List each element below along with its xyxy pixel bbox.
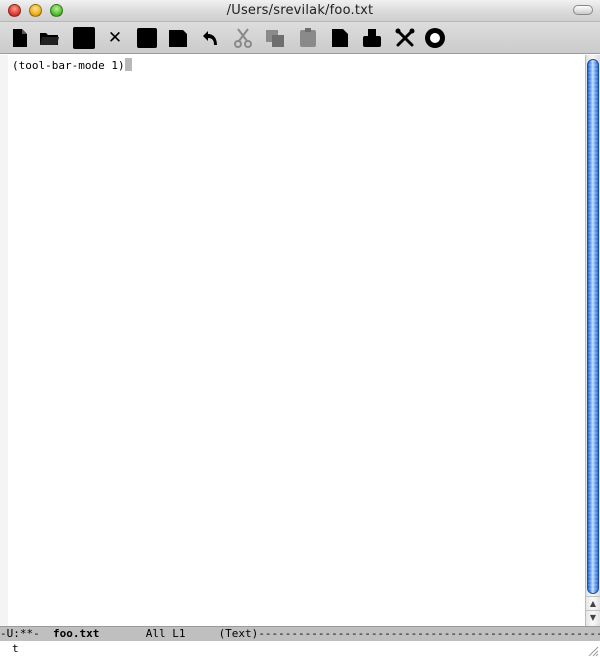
search-icon[interactable] xyxy=(328,26,352,50)
save-as-icon[interactable] xyxy=(166,26,190,50)
modeline-position: All L1 xyxy=(99,627,219,640)
paste-icon[interactable] xyxy=(296,26,320,50)
resize-grip-icon[interactable] xyxy=(588,646,599,657)
toolbar-toggle-button[interactable] xyxy=(573,5,593,15)
modeline-status: -U:**- xyxy=(0,627,53,640)
vertical-scrollbar[interactable]: ▲ ▼ xyxy=(585,55,600,626)
editor-area[interactable]: (tool-bar-mode 1) xyxy=(0,55,585,626)
preferences-icon[interactable] xyxy=(393,26,417,50)
cut-icon[interactable] xyxy=(231,26,255,50)
window-title: /Users/srevilak/foo.txt xyxy=(226,3,374,18)
scroll-thumb[interactable] xyxy=(587,59,599,594)
buffer-text[interactable]: (tool-bar-mode 1) xyxy=(12,58,132,73)
text-cursor xyxy=(124,58,132,71)
scroll-up-arrow-icon[interactable]: ▲ xyxy=(586,596,600,610)
undo-icon[interactable] xyxy=(199,26,223,50)
kill-buffer-icon[interactable]: ✕ xyxy=(103,26,127,50)
copy-icon[interactable] xyxy=(263,26,287,50)
new-file-icon[interactable] xyxy=(8,26,32,50)
echo-message: t xyxy=(12,642,19,655)
toolbar: ✕ xyxy=(0,22,600,54)
save-icon[interactable] xyxy=(135,26,159,50)
modeline-major-mode: (Text) xyxy=(218,627,259,640)
left-fringe xyxy=(0,55,8,626)
dired-icon[interactable] xyxy=(72,26,96,50)
echo-area[interactable]: t xyxy=(0,641,600,658)
open-folder-icon[interactable] xyxy=(37,26,61,50)
modeline-fill: ----------------------------------------… xyxy=(258,627,600,640)
mode-line: -U:**- foo.txt All L1 (Text)------------… xyxy=(0,626,600,641)
print-icon[interactable] xyxy=(360,26,384,50)
help-icon[interactable] xyxy=(423,26,447,50)
modeline-buffer-name: foo.txt xyxy=(52,627,100,640)
buffer-line: (tool-bar-mode 1) xyxy=(12,59,125,72)
scroll-down-arrow-icon[interactable]: ▼ xyxy=(586,610,600,624)
title-bar[interactable]: /Users/srevilak/foo.txt xyxy=(0,0,600,22)
